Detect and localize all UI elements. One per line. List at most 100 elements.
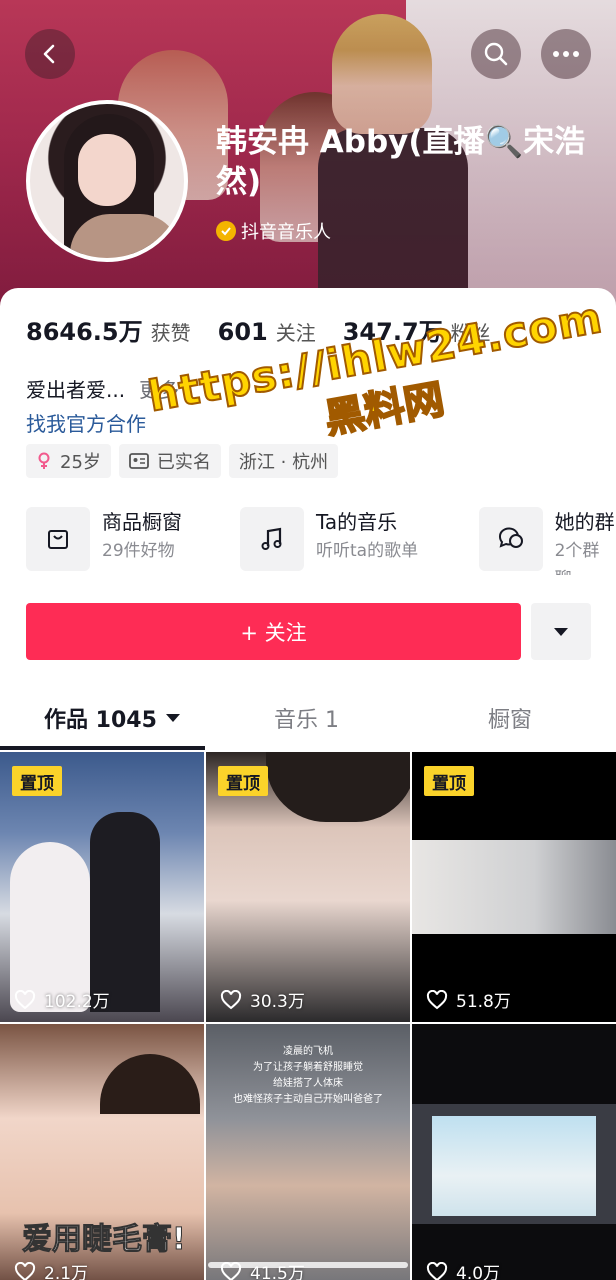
stat-value: 347.7万 bbox=[342, 318, 443, 346]
search-icon bbox=[484, 42, 508, 66]
heart-icon bbox=[220, 989, 242, 1009]
tab-label: 作品 1045 bbox=[44, 708, 157, 733]
id-card-icon bbox=[129, 453, 149, 469]
bio: 爱出者爱... 更多 bbox=[26, 374, 179, 403]
thumb-hair bbox=[100, 1054, 200, 1114]
service-group[interactable]: 她的群 2个群聊 bbox=[479, 507, 616, 575]
female-icon bbox=[38, 452, 50, 469]
pinned-badge: 置顶 bbox=[218, 766, 268, 796]
avatar-face bbox=[78, 134, 136, 206]
video-item[interactable]: 置顶 30.3万 bbox=[206, 752, 410, 1022]
tab-works[interactable]: 作品 1045 bbox=[44, 688, 181, 748]
video-item[interactable]: 4.0万 bbox=[412, 1024, 616, 1280]
stat-label: 获赞 bbox=[150, 321, 191, 345]
thumb-figure bbox=[90, 812, 160, 1012]
pinned-badge: 置顶 bbox=[424, 766, 474, 796]
stat-value: 8646.5万 bbox=[26, 318, 143, 346]
stat-followers[interactable]: 347.7万 粉丝 bbox=[343, 312, 491, 347]
video-grid: 置顶 102.2万 置顶 30.3万 置顶 51.8万 爱用睫毛膏! 2.1万 … bbox=[0, 752, 616, 1280]
heart-icon bbox=[14, 1261, 36, 1280]
tag-location: 浙江 · 杭州 bbox=[228, 444, 339, 478]
stats-row: 8646.5万 获赞 601 关注 347.7万 粉丝 bbox=[26, 312, 518, 347]
like-count-text: 102.2万 bbox=[44, 992, 110, 1012]
follow-button[interactable]: + 关注 bbox=[26, 603, 521, 660]
service-title: 她的群 bbox=[554, 510, 615, 534]
more-button[interactable] bbox=[541, 29, 591, 79]
stat-value: 601 bbox=[217, 318, 268, 346]
avatar[interactable] bbox=[26, 100, 188, 262]
service-title: 商品橱窗 bbox=[102, 510, 182, 534]
like-count-text: 4.0万 bbox=[456, 1264, 501, 1280]
chat-bubbles-icon bbox=[479, 507, 543, 571]
like-count-text: 51.8万 bbox=[456, 992, 511, 1012]
video-item[interactable]: 置顶 102.2万 bbox=[0, 752, 204, 1022]
service-subtitle: 听听ta的歌单 bbox=[316, 541, 419, 561]
service-subtitle: 29件好物 bbox=[102, 541, 175, 561]
profile-name: 韩安冉 Abby(直播🔍宋浩然) bbox=[216, 124, 586, 200]
music-note-icon bbox=[240, 507, 304, 571]
business-link[interactable]: 找我官方合作 bbox=[26, 408, 146, 437]
verified-check-icon bbox=[216, 221, 236, 241]
pinned-badge: 置顶 bbox=[12, 766, 62, 796]
like-count: 30.3万 bbox=[220, 987, 305, 1012]
thumb-screen-content bbox=[432, 1116, 596, 1216]
service-showcase[interactable]: 商品橱窗 29件好物 bbox=[26, 507, 182, 571]
like-count-text: 30.3万 bbox=[250, 992, 305, 1012]
stat-label: 粉丝 bbox=[450, 321, 491, 345]
stat-label: 关注 bbox=[275, 321, 316, 345]
verified-label: 抖音音乐人 bbox=[241, 222, 331, 243]
service-music[interactable]: Ta的音乐 听听ta的歌单 bbox=[240, 507, 418, 571]
like-count: 51.8万 bbox=[426, 987, 511, 1012]
tab-showcase[interactable]: 橱窗 bbox=[488, 688, 532, 748]
service-subtitle: 2个群聊 bbox=[554, 541, 600, 575]
like-count-text: 2.1万 bbox=[44, 1264, 89, 1280]
service-text: 她的群 2个群聊 bbox=[554, 507, 616, 575]
tag-verified: 已实名 bbox=[118, 444, 221, 478]
video-caption-line: 也难怪孩子主动自己开始叫爸爸了 bbox=[233, 1094, 383, 1105]
tag-text: 25岁 bbox=[60, 452, 101, 473]
content-tabs: 作品 1045 音乐 1 橱窗 bbox=[0, 688, 616, 750]
service-title: Ta的音乐 bbox=[316, 510, 398, 534]
video-caption-line: 给娃搭了人体床 bbox=[273, 1078, 343, 1089]
bio-more-link[interactable]: 更多 bbox=[139, 378, 179, 402]
video-caption-line: 凌晨的飞机 bbox=[283, 1046, 333, 1057]
video-item[interactable]: 置顶 51.8万 bbox=[412, 752, 616, 1022]
tags-row: 25岁 已实名 浙江 · 杭州 bbox=[26, 444, 339, 478]
caret-down-icon bbox=[554, 627, 568, 636]
heart-icon bbox=[426, 989, 448, 1009]
chevron-left-icon bbox=[43, 44, 55, 64]
service-text: 商品橱窗 29件好物 bbox=[102, 507, 182, 571]
search-button[interactable] bbox=[471, 29, 521, 79]
bio-text: 爱出者爱... bbox=[26, 378, 126, 402]
tab-indicator bbox=[0, 746, 205, 750]
caret-down-icon bbox=[165, 714, 180, 722]
stat-following[interactable]: 601 关注 bbox=[218, 317, 316, 346]
tag-text: 浙江 · 杭州 bbox=[238, 452, 329, 473]
thumb-frame bbox=[412, 840, 616, 934]
stat-likes[interactable]: 8646.5万 获赞 bbox=[26, 312, 191, 347]
home-indicator bbox=[208, 1262, 408, 1268]
like-count: 4.0万 bbox=[426, 1259, 500, 1280]
video-item[interactable]: 爱用睫毛膏! 2.1万 bbox=[0, 1024, 204, 1280]
verified-row: 抖音音乐人 bbox=[216, 218, 331, 244]
tab-label: 音乐 1 bbox=[274, 708, 339, 733]
services-row: 商品橱窗 29件好物 Ta的音乐 听听ta的歌单 她的群 2个群聊 bbox=[26, 507, 616, 575]
like-count: 102.2万 bbox=[14, 987, 110, 1012]
recommend-dropdown-button[interactable] bbox=[531, 603, 591, 660]
heart-icon bbox=[14, 989, 36, 1009]
tag-age: 25岁 bbox=[26, 444, 111, 478]
service-text: Ta的音乐 听听ta的歌单 bbox=[316, 507, 418, 571]
avatar-shoulder bbox=[70, 214, 180, 258]
tab-label: 橱窗 bbox=[488, 708, 533, 733]
back-button[interactable] bbox=[25, 29, 75, 79]
video-item[interactable]: 凌晨的飞机 为了让孩子躺着舒服睡觉 给娃搭了人体床 也难怪孩子主动自己开始叫爸爸… bbox=[206, 1024, 410, 1280]
tab-music[interactable]: 音乐 1 bbox=[274, 688, 339, 748]
heart-icon bbox=[426, 1261, 448, 1280]
shopping-bag-icon bbox=[26, 507, 90, 571]
video-caption-line: 为了让孩子躺着舒服睡觉 bbox=[253, 1062, 363, 1073]
thumb-hair bbox=[266, 752, 410, 822]
video-overlay-text: 爱用睫毛膏! bbox=[22, 1222, 187, 1258]
like-count: 2.1万 bbox=[14, 1259, 88, 1280]
more-dots-icon bbox=[553, 51, 579, 57]
tag-text: 已实名 bbox=[156, 452, 211, 473]
